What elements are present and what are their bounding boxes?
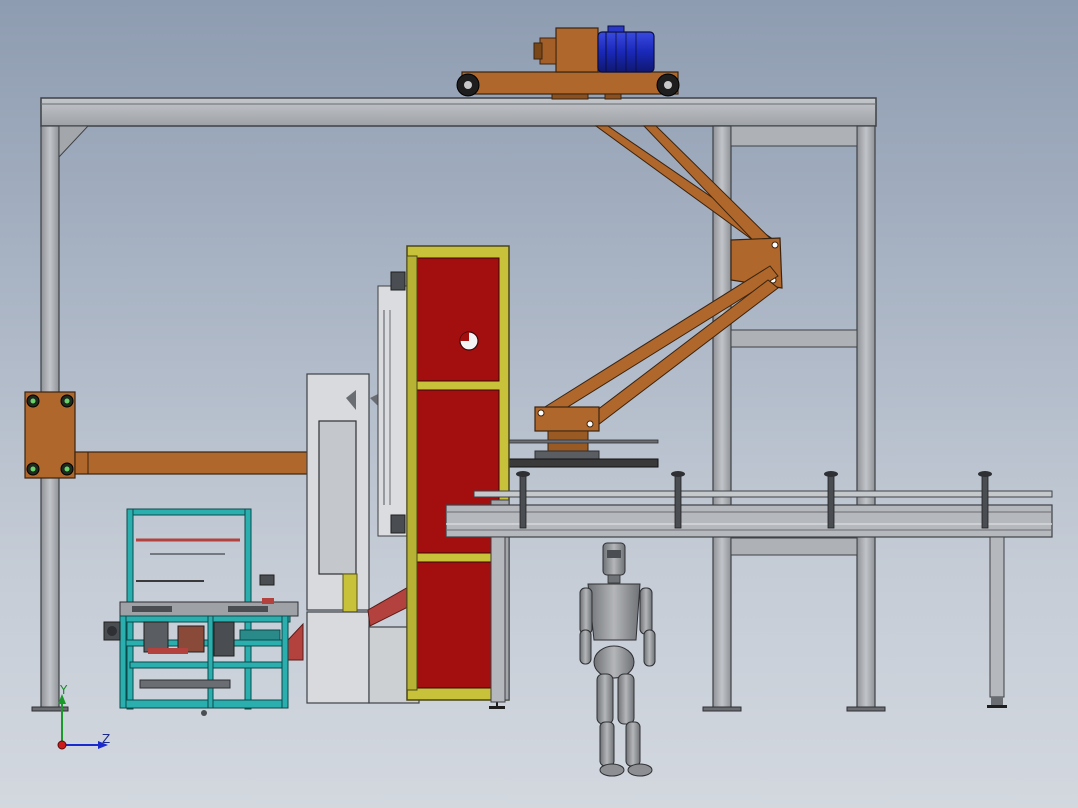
x-axis-origin-icon [57, 740, 67, 750]
z-axis-label: Z [102, 732, 110, 746]
human-scale-mannequin [579, 542, 656, 777]
trolley-drive-unit[interactable] [456, 25, 680, 100]
teal-packing-machine[interactable] [103, 508, 299, 716]
coordinate-triad: Y Z [57, 683, 110, 750]
roller-conveyor[interactable] [445, 471, 1053, 708]
manipulator-arm[interactable] [473, 125, 783, 468]
assembly-drawing: Y Z [24, 25, 1053, 777]
cad-viewport[interactable]: Y Z [0, 0, 1078, 808]
y-axis-label: Y [59, 683, 68, 697]
left-side-arm[interactable] [24, 391, 332, 479]
